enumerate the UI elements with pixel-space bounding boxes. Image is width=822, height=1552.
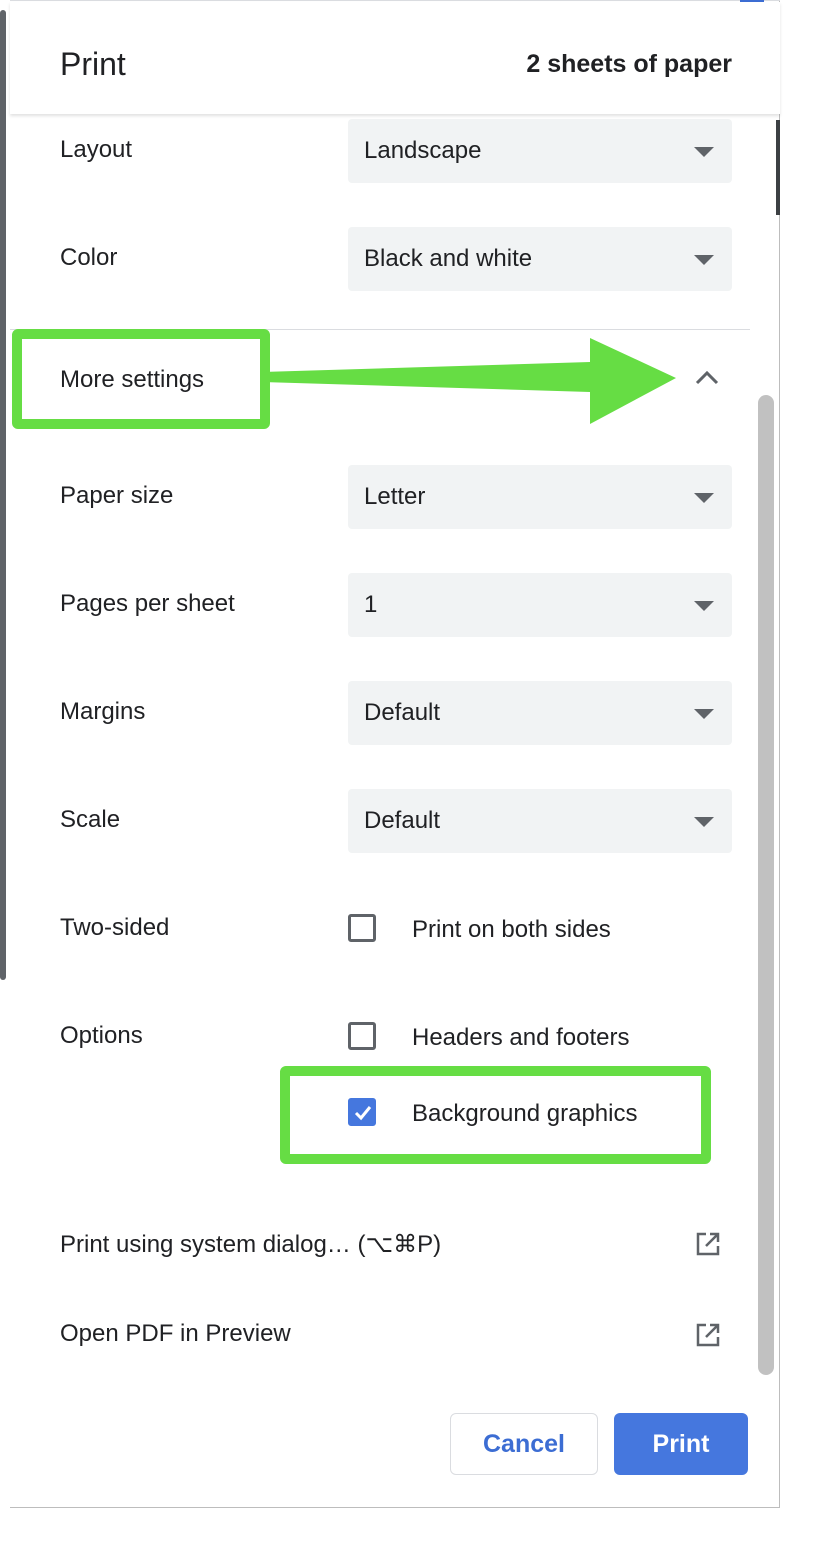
color-select[interactable]: Black and white — [348, 227, 732, 291]
layout-value: Landscape — [364, 137, 482, 164]
scrollbar-thumb[interactable] — [758, 395, 774, 1375]
two-sided-option-label[interactable]: Print on both sides — [412, 916, 611, 944]
highlight-box-background-graphics — [280, 1066, 711, 1164]
paper-size-select[interactable]: Letter — [348, 465, 732, 529]
scale-select[interactable]: Default — [348, 789, 732, 853]
pages-per-sheet-label: Pages per sheet — [60, 590, 235, 617]
background-window-strip — [776, 120, 780, 215]
window-edge — [0, 10, 6, 980]
caret-down-icon — [694, 601, 714, 611]
layout-label: Layout — [60, 136, 133, 163]
caret-down-icon — [694, 817, 714, 827]
caret-down-icon — [694, 255, 714, 265]
open-in-new-icon[interactable] — [695, 1322, 721, 1348]
margins-value: Default — [364, 699, 441, 726]
layout-select[interactable]: Landscape — [348, 119, 732, 183]
caret-down-icon — [694, 147, 714, 157]
dialog-title: Print — [60, 46, 126, 82]
caret-down-icon — [694, 709, 714, 719]
color-value: Black and white — [364, 245, 533, 272]
two-sided-checkbox[interactable] — [348, 914, 376, 942]
options-label: Options — [60, 1022, 143, 1049]
sheet-count: 2 sheets of paper — [526, 50, 732, 78]
cancel-button[interactable]: Cancel — [450, 1413, 598, 1475]
paper-size-value: Letter — [364, 483, 426, 510]
scale-label: Scale — [60, 806, 121, 833]
margins-label: Margins — [60, 698, 146, 725]
open-in-new-icon[interactable] — [695, 1231, 721, 1257]
system-dialog-link[interactable]: Print using system dialog… (⌥⌘P) — [60, 1230, 441, 1259]
headers-footers-checkbox[interactable] — [348, 1022, 376, 1050]
two-sided-label: Two-sided — [60, 914, 170, 941]
open-pdf-link[interactable]: Open PDF in Preview — [60, 1320, 291, 1348]
print-button[interactable]: Print — [614, 1413, 748, 1475]
top-border — [10, 0, 780, 1]
pages-per-sheet-select[interactable]: 1 — [348, 573, 732, 637]
scale-value: Default — [364, 807, 441, 834]
headers-footers-label[interactable]: Headers and footers — [412, 1024, 629, 1052]
paper-size-label: Paper size — [60, 482, 174, 509]
pages-per-sheet-value: 1 — [364, 591, 378, 618]
chevron-up-icon[interactable] — [694, 368, 720, 388]
highlight-box-more-settings — [12, 329, 270, 429]
color-label: Color — [60, 244, 118, 271]
margins-select[interactable]: Default — [348, 681, 732, 745]
caret-down-icon — [694, 493, 714, 503]
highlight-arrow — [262, 338, 676, 424]
